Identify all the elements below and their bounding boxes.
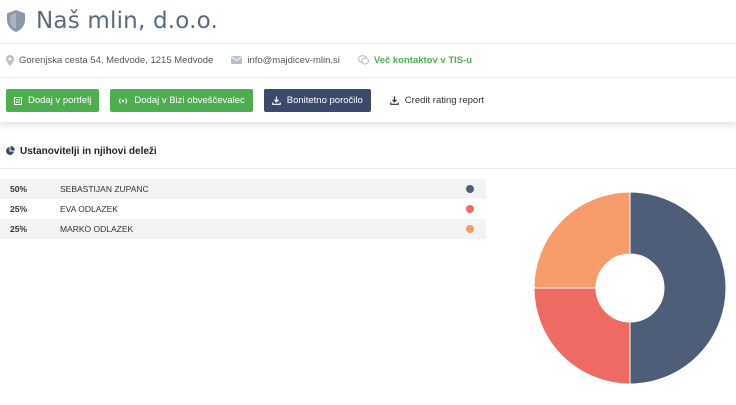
founders-table: 50% SEBASTIJAN ZUPANC 25% EVA ODLAZEK 25…: [0, 179, 486, 239]
section-divider: [0, 168, 736, 169]
pie-chart-icon: [6, 146, 15, 155]
founder-name: MARKO ODLAZEK: [60, 224, 134, 234]
download-icon: [389, 96, 399, 105]
portfolio-icon: [14, 96, 22, 105]
add-bizi-label: Dodaj v Bizi obveščevalec: [134, 95, 245, 106]
table-row: 25% MARKO ODLAZEK: [0, 219, 486, 239]
address-text: Gorenjska cesta 54, Medvode, 1215 Medvod…: [19, 54, 214, 66]
credit-report-button[interactable]: Bonitetno poročilo: [263, 89, 371, 112]
action-buttons: Dodaj v portfelj Dodaj v Bizi obveščeval…: [6, 89, 503, 112]
company-header: Naš mlin, d.o.o. Gorenjska cesta 54, Med…: [0, 0, 736, 122]
contact-row: Gorenjska cesta 54, Medvode, 1215 Medvod…: [6, 52, 490, 68]
more-contacts-item[interactable]: Več kontaktov v TIS-u: [357, 55, 472, 66]
title-row: Naš mlin, d.o.o.: [6, 4, 218, 38]
share-percent: 25%: [10, 204, 28, 214]
table-row: 50% SEBASTIJAN ZUPANC: [0, 179, 486, 199]
envelope-icon: [231, 56, 243, 64]
more-contacts-link[interactable]: Več kontaktov v TIS-u: [374, 55, 472, 66]
legend-dot: [466, 185, 474, 193]
add-portfolio-label: Dodaj v portfelj: [28, 95, 92, 106]
header-divider: [0, 43, 736, 44]
share-percent: 25%: [10, 224, 28, 234]
credit-rating-label: Credit rating report: [404, 95, 484, 106]
add-portfolio-button[interactable]: Dodaj v portfelj: [6, 89, 100, 112]
address-item: Gorenjska cesta 54, Medvode, 1215 Medvod…: [6, 54, 214, 66]
donut-slice: [533, 287, 631, 385]
share-percent: 50%: [10, 184, 28, 194]
radar-icon: [119, 97, 128, 104]
location-pin-icon: [6, 54, 14, 66]
founder-name: SEBASTIJAN ZUPANC: [60, 184, 149, 194]
add-bizi-button[interactable]: Dodaj v Bizi obveščevalec: [110, 89, 253, 112]
download-icon: [271, 96, 281, 105]
shield-icon: [7, 10, 25, 32]
credit-report-label: Bonitetno poročilo: [286, 95, 363, 106]
email-link[interactable]: info@majdicev-mlin.si: [247, 55, 340, 66]
founders-section-header: Ustanovitelji in njihovi deleži: [5, 144, 157, 158]
founders-section-title: Ustanovitelji in njihovi deleži: [20, 145, 157, 157]
credit-rating-button[interactable]: Credit rating report: [382, 89, 492, 112]
ownership-donut-chart: [533, 191, 727, 385]
legend-dot: [466, 205, 474, 213]
donut-slice: [629, 191, 727, 385]
founder-name: EVA ODLAZEK: [60, 204, 118, 214]
chat-bubbles-icon: [357, 55, 369, 65]
legend-dot: [466, 225, 474, 233]
contact-divider: [0, 77, 736, 78]
table-row: 25% EVA ODLAZEK: [0, 199, 486, 219]
email-item[interactable]: info@majdicev-mlin.si: [231, 55, 340, 66]
company-title: Naš mlin, d.o.o.: [36, 8, 219, 34]
donut-slice: [533, 191, 631, 289]
